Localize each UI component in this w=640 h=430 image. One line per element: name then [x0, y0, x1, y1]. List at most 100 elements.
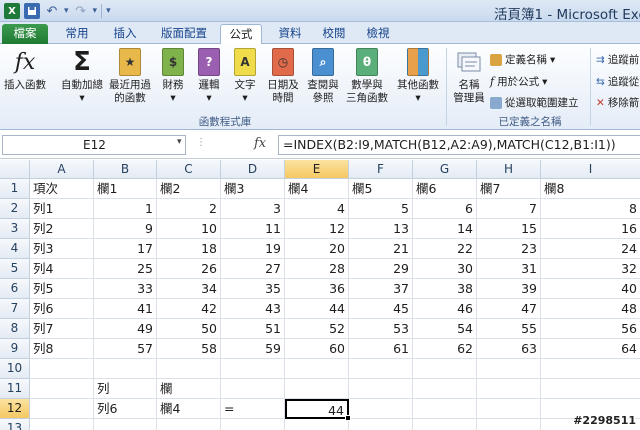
formula-bar-grip-icon[interactable]: ⋮ — [196, 137, 206, 148]
insert-function-button[interactable]: fx 插入函數 — [2, 47, 48, 92]
cell-e5[interactable]: 28 — [285, 259, 349, 279]
cell-a1[interactable]: 項次 — [30, 179, 94, 199]
row-header-5[interactable]: 5 — [0, 259, 30, 279]
column-header-e[interactable]: E — [285, 160, 349, 179]
row-header-1[interactable]: 1 — [0, 179, 30, 199]
cell-b1[interactable]: 欄1 — [94, 179, 157, 199]
cell-i4[interactable]: 24 — [541, 239, 640, 259]
cell-c9[interactable]: 58 — [157, 339, 221, 359]
excel-logo-icon[interactable]: X — [4, 3, 20, 19]
name-box[interactable]: E12 — [2, 135, 186, 155]
cell-f7[interactable]: 45 — [349, 299, 413, 319]
cell-g5[interactable]: 30 — [413, 259, 477, 279]
cell-e4[interactable]: 20 — [285, 239, 349, 259]
cell-b12[interactable]: 列6 — [94, 399, 157, 419]
column-header-c[interactable]: C — [157, 160, 221, 179]
cell-b6[interactable]: 33 — [94, 279, 157, 299]
fill-handle[interactable] — [345, 415, 351, 421]
row-header-8[interactable]: 8 — [0, 319, 30, 339]
insert-function-fx-icon[interactable]: fx — [254, 136, 266, 151]
name-manager-button[interactable]: 名稱 管理員 — [450, 47, 488, 105]
cell-d10[interactable] — [221, 359, 285, 379]
column-header-h[interactable]: H — [477, 160, 541, 179]
cell-a13[interactable] — [30, 419, 94, 430]
cell-f5[interactable]: 29 — [349, 259, 413, 279]
row-header-12[interactable]: 12 — [0, 399, 30, 419]
cell-c4[interactable]: 18 — [157, 239, 221, 259]
define-name-button[interactable]: 定義名稱 ▾ — [490, 52, 555, 67]
cell-f11[interactable] — [349, 379, 413, 399]
cell-a4[interactable]: 列3 — [30, 239, 94, 259]
cell-f9[interactable]: 61 — [349, 339, 413, 359]
cell-a10[interactable] — [30, 359, 94, 379]
active-cell-e12[interactable]: 44 — [285, 399, 349, 419]
cell-g2[interactable]: 6 — [413, 199, 477, 219]
cell-g6[interactable]: 38 — [413, 279, 477, 299]
cell-i11[interactable] — [541, 379, 640, 399]
cell-c3[interactable]: 10 — [157, 219, 221, 239]
tab-insert[interactable]: 插入 — [106, 24, 144, 44]
undo-icon[interactable]: ↶ — [44, 3, 60, 19]
remove-arrows-button[interactable]: ✕ 移除箭 — [596, 95, 639, 110]
financial-button[interactable]: $ 財務 ▾ — [156, 47, 190, 105]
cell-d6[interactable]: 35 — [221, 279, 285, 299]
cell-b2[interactable]: 1 — [94, 199, 157, 219]
cell-d3[interactable]: 11 — [221, 219, 285, 239]
row-header-10[interactable]: 10 — [0, 359, 30, 379]
cell-i9[interactable]: 64 — [541, 339, 640, 359]
cell-c8[interactable]: 50 — [157, 319, 221, 339]
cell-e2[interactable]: 4 — [285, 199, 349, 219]
cell-d1[interactable]: 欄3 — [221, 179, 285, 199]
row-header-3[interactable]: 3 — [0, 219, 30, 239]
tab-view[interactable]: 檢視 — [358, 24, 398, 44]
cell-c11[interactable]: 欄 — [157, 379, 221, 399]
cell-b3[interactable]: 9 — [94, 219, 157, 239]
cell-h2[interactable]: 7 — [477, 199, 541, 219]
cell-h8[interactable]: 55 — [477, 319, 541, 339]
cell-h10[interactable] — [477, 359, 541, 379]
cell-d12[interactable]: = — [221, 399, 285, 419]
cell-d11[interactable] — [221, 379, 285, 399]
row-header-11[interactable]: 11 — [0, 379, 30, 399]
cell-b8[interactable]: 49 — [94, 319, 157, 339]
cell-e3[interactable]: 12 — [285, 219, 349, 239]
cell-d4[interactable]: 19 — [221, 239, 285, 259]
cell-f1[interactable]: 欄5 — [349, 179, 413, 199]
cell-a5[interactable]: 列4 — [30, 259, 94, 279]
cell-f13[interactable] — [349, 419, 413, 430]
tab-home[interactable]: 常用 — [58, 24, 96, 44]
cell-c13[interactable] — [157, 419, 221, 430]
cell-e10[interactable] — [285, 359, 349, 379]
cell-a7[interactable]: 列6 — [30, 299, 94, 319]
cell-a9[interactable]: 列8 — [30, 339, 94, 359]
cell-d7[interactable]: 43 — [221, 299, 285, 319]
cell-h7[interactable]: 47 — [477, 299, 541, 319]
column-header-g[interactable]: G — [413, 160, 477, 179]
cell-g9[interactable]: 62 — [413, 339, 477, 359]
cell-g11[interactable] — [413, 379, 477, 399]
cell-b13[interactable] — [94, 419, 157, 430]
cell-e13[interactable] — [285, 419, 349, 430]
cell-h11[interactable] — [477, 379, 541, 399]
trace-dependents-button[interactable]: ⇆ 追蹤從 — [596, 74, 639, 89]
name-box-dropdown-icon[interactable]: ▾ — [177, 137, 182, 147]
cell-d13[interactable] — [221, 419, 285, 430]
cell-h4[interactable]: 23 — [477, 239, 541, 259]
use-in-formula-button[interactable]: 𝑓 用於公式 ▾ — [490, 74, 547, 89]
cell-i8[interactable]: 56 — [541, 319, 640, 339]
cell-i1[interactable]: 欄8 — [541, 179, 640, 199]
cell-h5[interactable]: 31 — [477, 259, 541, 279]
cell-a8[interactable]: 列7 — [30, 319, 94, 339]
cell-d2[interactable]: 3 — [221, 199, 285, 219]
cell-h12[interactable] — [477, 399, 541, 419]
text-button[interactable]: A 文字 ▾ — [228, 47, 262, 105]
save-icon[interactable] — [24, 3, 40, 19]
cell-h3[interactable]: 15 — [477, 219, 541, 239]
cell-f12[interactable] — [349, 399, 413, 419]
cell-i6[interactable]: 40 — [541, 279, 640, 299]
tab-formulas[interactable]: 公式 — [220, 24, 262, 45]
cell-h13[interactable] — [477, 419, 541, 430]
tab-review[interactable]: 校閱 — [314, 24, 354, 44]
cell-i5[interactable]: 32 — [541, 259, 640, 279]
define-name-dropdown-icon[interactable]: ▾ — [550, 54, 555, 66]
